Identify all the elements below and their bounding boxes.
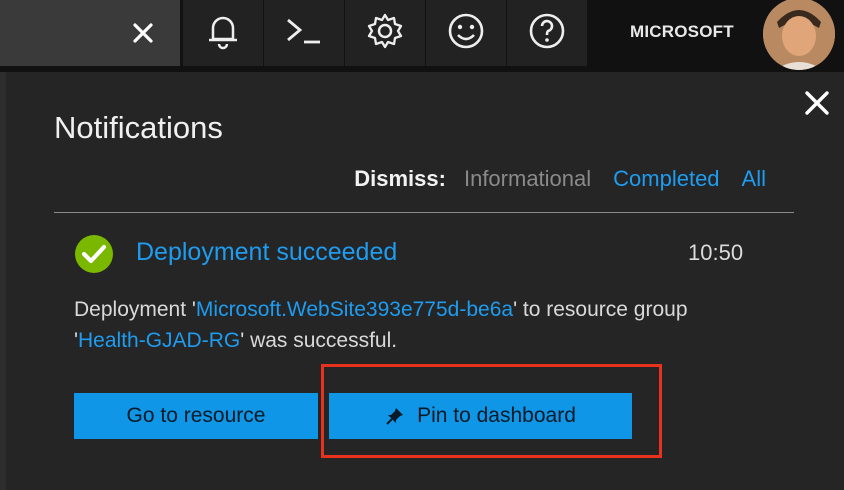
help-icon <box>527 11 567 56</box>
account-name[interactable]: MICROSOFT <box>630 22 734 42</box>
body-text: Deployment ' <box>74 298 196 321</box>
search-box[interactable] <box>0 0 180 66</box>
divider <box>54 212 794 213</box>
smiley-icon <box>446 11 486 56</box>
notification-time: 10:50 <box>688 240 744 265</box>
notification-body: Deployment 'Microsoft.WebSite393e775d-be… <box>74 294 764 356</box>
notifications-panel: Notifications Dismiss: Informational Com… <box>6 72 844 490</box>
dismiss-informational-link[interactable]: Informational <box>464 166 591 192</box>
help-button[interactable] <box>507 0 587 66</box>
avatar[interactable] <box>763 0 835 70</box>
deployment-link[interactable]: Microsoft.WebSite393e775d-be6a <box>196 298 513 321</box>
notification-title[interactable]: Deployment succeeded <box>136 238 397 267</box>
cloud-shell-button[interactable] <box>264 0 344 66</box>
close-icon[interactable] <box>800 86 834 120</box>
dismiss-filters: Dismiss: Informational Completed All <box>6 164 766 194</box>
feedback-button[interactable] <box>426 0 506 66</box>
gear-icon <box>365 11 405 56</box>
pin-icon <box>385 406 405 426</box>
close-icon[interactable] <box>128 16 158 50</box>
button-label: Pin to dashboard <box>417 404 576 427</box>
bell-icon <box>205 11 241 56</box>
go-to-resource-button[interactable]: Go to resource <box>74 393 318 439</box>
top-bar: MICROSOFT <box>0 0 844 72</box>
body-text: ' was successful. <box>240 329 398 352</box>
success-check-icon <box>74 234 114 274</box>
page-title: Notifications <box>54 110 223 145</box>
pin-to-dashboard-button[interactable]: Pin to dashboard <box>329 393 632 439</box>
settings-button[interactable] <box>345 0 425 66</box>
dismiss-all-link[interactable]: All <box>742 166 766 192</box>
resource-group-link[interactable]: Health-GJAD-RG <box>78 329 240 352</box>
cloud-shell-icon <box>284 14 324 53</box>
dismiss-completed-link[interactable]: Completed <box>613 166 719 192</box>
notifications-button[interactable] <box>183 0 263 66</box>
dismiss-label: Dismiss: <box>354 166 446 191</box>
button-label: Go to resource <box>126 404 266 427</box>
